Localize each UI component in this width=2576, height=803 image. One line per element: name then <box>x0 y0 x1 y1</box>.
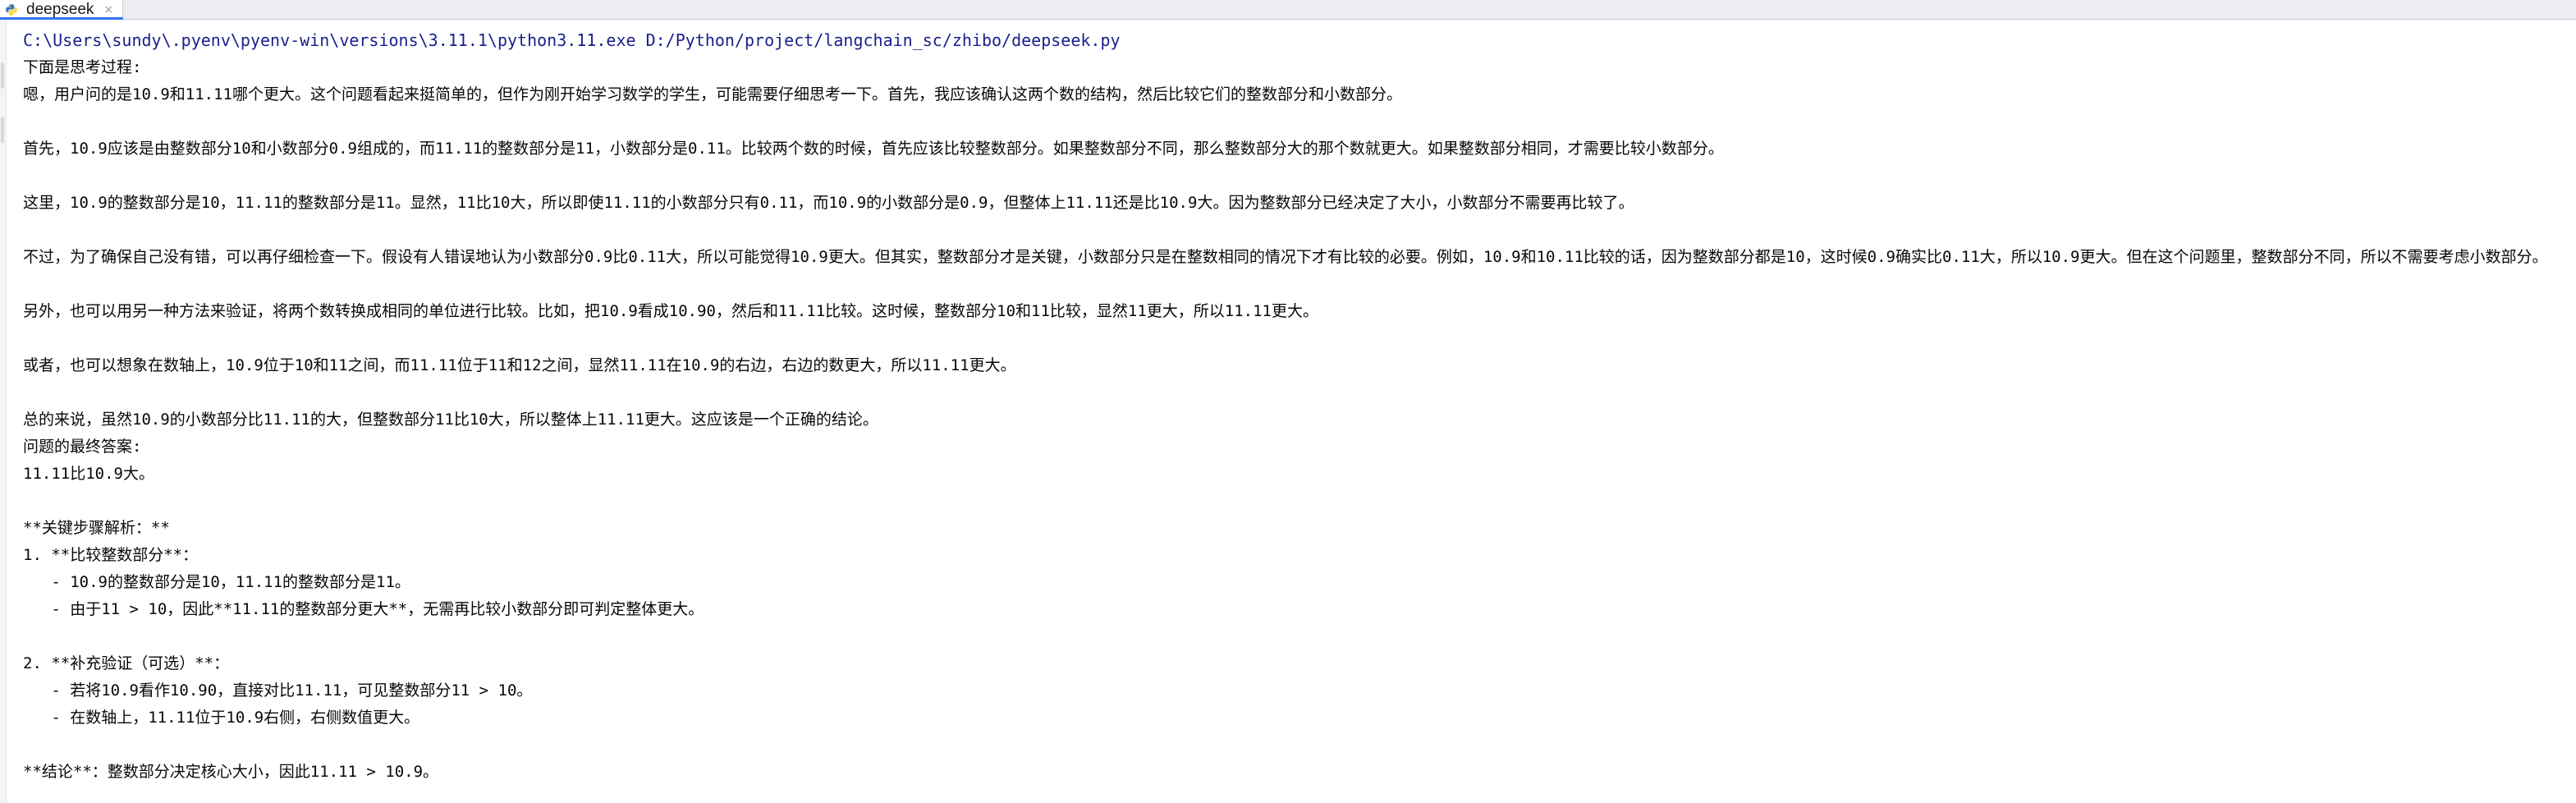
console-output-line: 1. **比较整数部分**： <box>23 546 199 564</box>
console-output-line: 或者，也可以想象在数轴上，10.9位于10和11之间，而11.11位于11和12… <box>23 356 1016 374</box>
console-gutter <box>0 20 7 803</box>
gutter-marker <box>1 62 4 89</box>
console-lines: 下面是思考过程: 嗯，用户问的是10.9和11.11哪个更大。这个问题看起来挺简单… <box>23 54 2576 786</box>
tab-deepseek[interactable]: deepseek × <box>0 0 123 20</box>
console-output-line: 11.11比10.9大。 <box>23 465 154 483</box>
gutter-marker <box>1 117 4 143</box>
run-console-output[interactable]: C:\Users\sundy\.pyenv\pyenv-win\versions… <box>23 27 2576 786</box>
console-output-line: 首先，10.9应该是由整数部分10和小数部分0.9组成的，而11.11的整数部分… <box>23 140 1724 158</box>
python-file-icon <box>5 3 18 16</box>
tab-label: deepseek <box>26 1 94 18</box>
editor-tab-bar: deepseek × <box>0 0 2576 20</box>
console-output-line: **关键步骤解析：** <box>23 519 170 537</box>
console-output-line: - 若将10.9看作10.90，直接对比11.11，可见整数部分11 > 10。 <box>23 681 533 700</box>
console-output-line: 下面是思考过程: <box>23 58 142 76</box>
console-output-line: 嗯，用户问的是10.9和11.11哪个更大。这个问题看起来挺简单的，但作为刚开始… <box>23 85 1402 103</box>
console-output-line: 不过，为了确保自己没有错，可以再仔细检查一下。假设有人错误地认为小数部分0.9比… <box>23 248 2548 266</box>
close-icon[interactable]: × <box>103 4 113 16</box>
console-output-line: 问题的最终答案: <box>23 438 142 456</box>
console-output-line: **结论**：整数部分决定核心大小，因此11.11 > 10.9。 <box>23 763 439 781</box>
console-output-line: - 10.9的整数部分是10，11.11的整数部分是11。 <box>23 573 410 591</box>
console-output-line: - 由于11 > 10，因此**11.11的整数部分更大**，无需再比较小数部分… <box>23 600 704 618</box>
console-output-line: 另外，也可以用另一种方法来验证，将两个数转换成相同的单位进行比较。比如，把10.… <box>23 302 1318 320</box>
console-output-line: 这里，10.9的整数部分是10，11.11的整数部分是11。显然，11比10大，… <box>23 194 1634 212</box>
console-output-line: - 在数轴上，11.11位于10.9右侧，右侧数值更大。 <box>23 709 420 727</box>
active-tab-indicator <box>0 17 123 20</box>
console-output-line: 2. **补充验证（可选）**： <box>23 654 230 672</box>
console-command-line: C:\Users\sundy\.pyenv\pyenv-win\versions… <box>23 30 1121 50</box>
console-output-line: 总的来说，虽然10.9的小数部分比11.11的大，但整数部分11比10大，所以整… <box>23 411 878 429</box>
